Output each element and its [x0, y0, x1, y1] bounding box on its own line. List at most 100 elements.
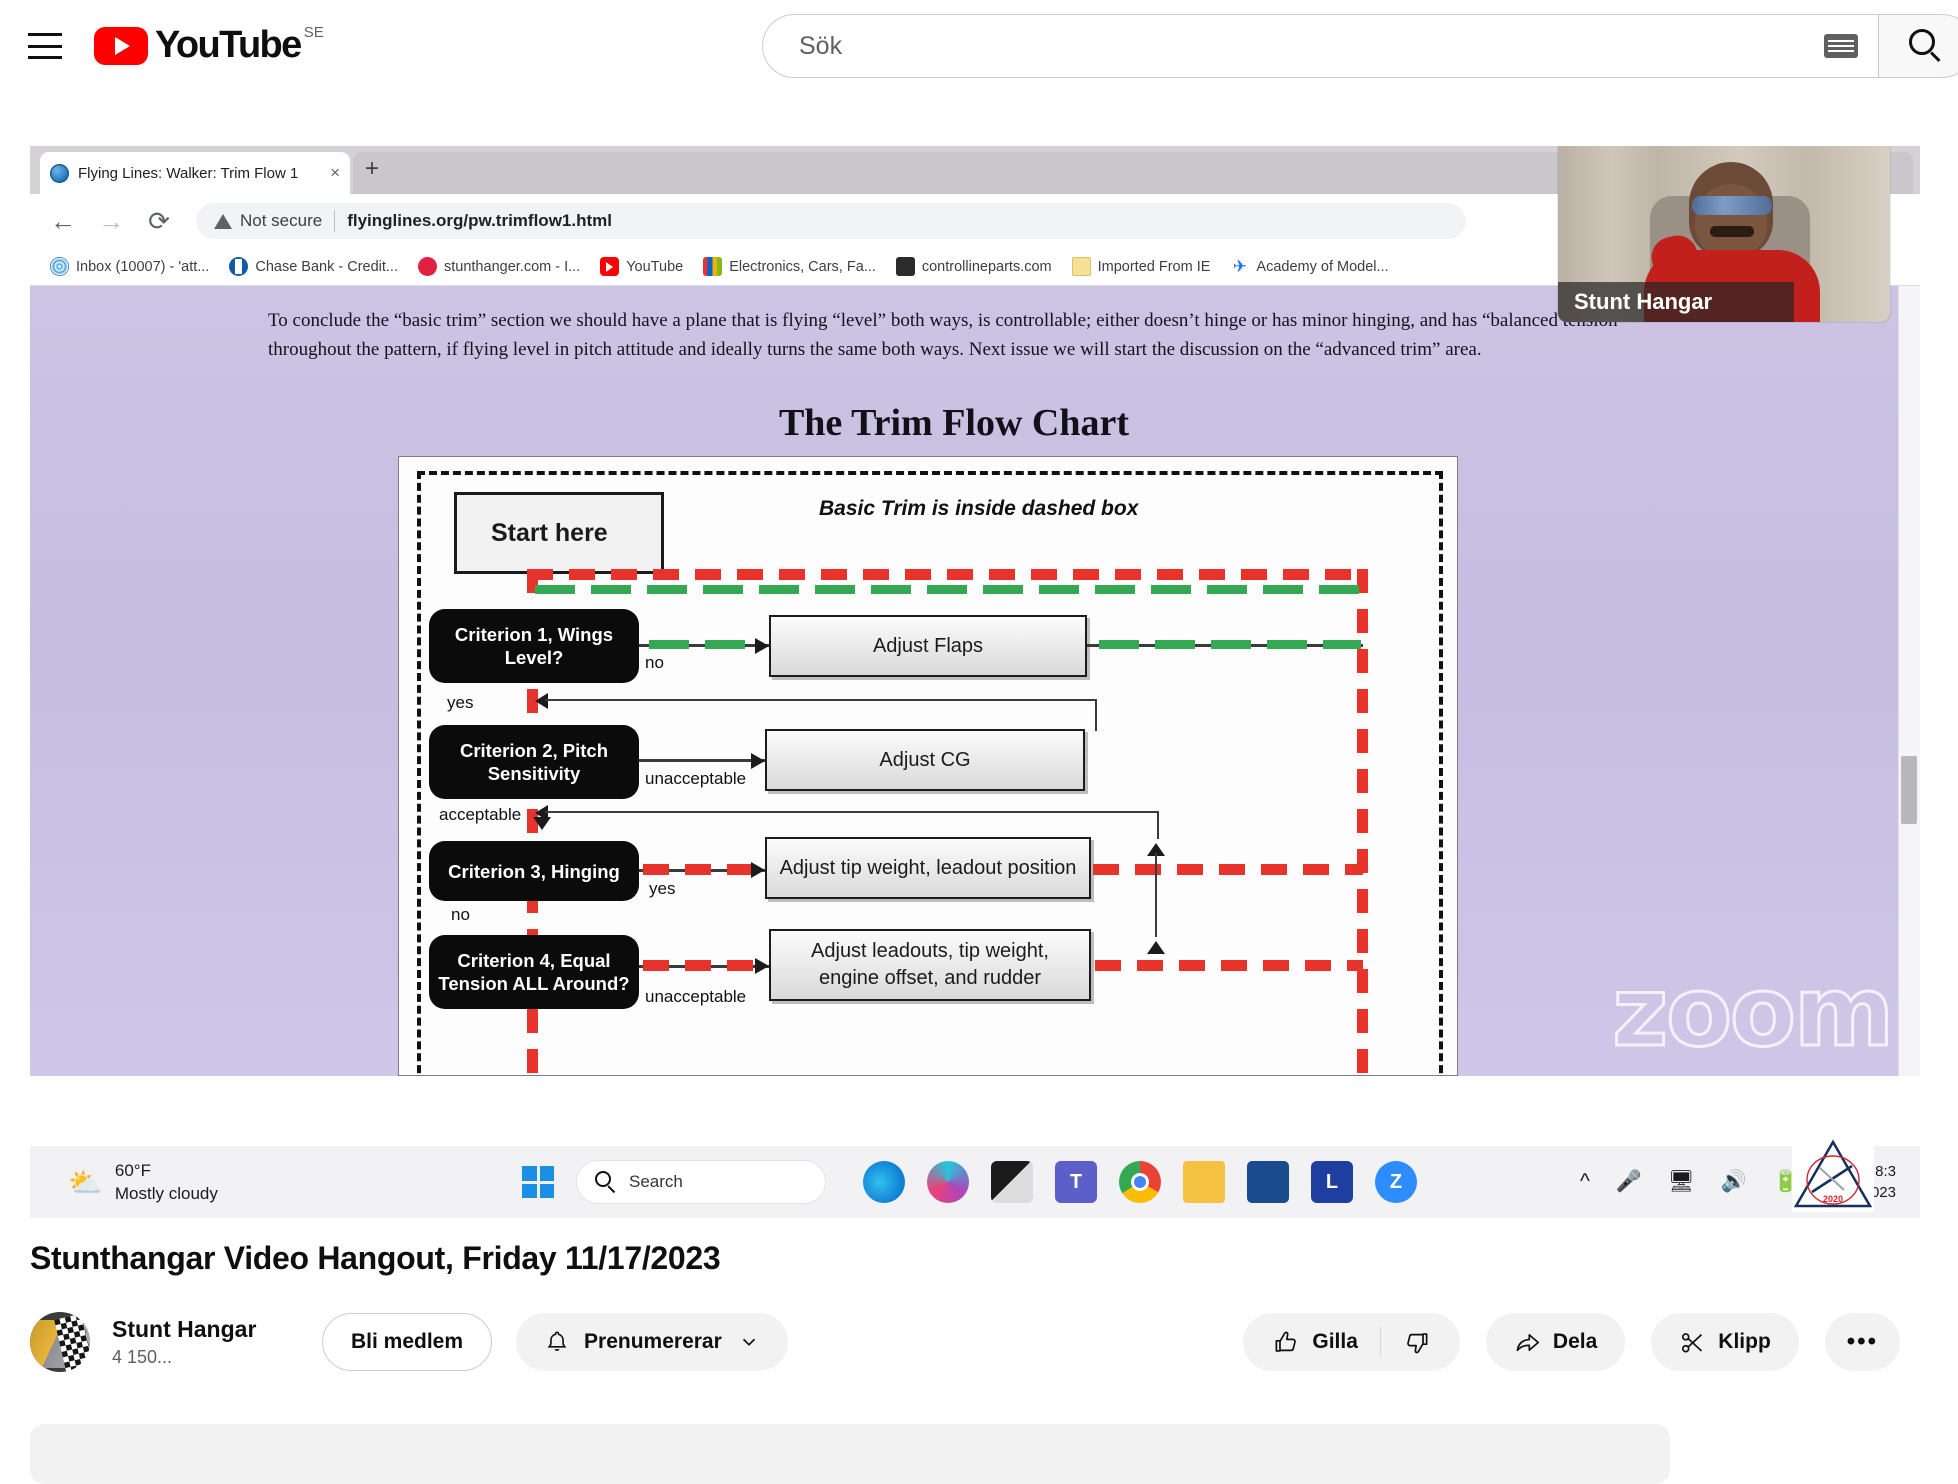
highlight-path-top [527, 569, 1367, 580]
ebay-bag-icon [703, 257, 723, 276]
taskbar-search-placeholder: Search [629, 1172, 683, 1191]
green-branch-1 [649, 640, 757, 649]
hamburger-menu-icon[interactable] [28, 33, 62, 59]
dislike-button[interactable] [1381, 1313, 1452, 1371]
weather-temp: 60°F [114, 1161, 151, 1180]
warning-triangle-icon [214, 213, 232, 229]
microsoft-store-icon[interactable] [1247, 1161, 1289, 1203]
channel-info: Stunt Hangar 4 150... [112, 1314, 322, 1370]
youtube-logo[interactable]: YouTube SE [94, 24, 324, 65]
like-dislike-group: Gilla [1243, 1313, 1460, 1371]
join-button[interactable]: Bli medlem [322, 1313, 493, 1371]
close-icon[interactable]: × [330, 163, 340, 183]
connector [1155, 853, 1157, 937]
flow-start-node: Start here [454, 492, 664, 574]
teams-icon[interactable]: T [1055, 1161, 1097, 1203]
bookmark-item[interactable]: Inbox (10007) - 'att... [50, 257, 209, 276]
chase-icon [229, 257, 249, 276]
country-code-label: SE [303, 24, 324, 41]
chrome-icon[interactable] [1119, 1161, 1161, 1203]
glasses [1692, 196, 1772, 215]
logitech-icon[interactable]: L [1311, 1161, 1353, 1203]
keyboard-icon[interactable] [1824, 34, 1858, 58]
search-placeholder: Sök [799, 31, 843, 60]
bell-icon [547, 1331, 567, 1351]
bookmark-item[interactable]: Imported From IE [1071, 257, 1210, 276]
arrowhead [751, 753, 765, 769]
youtube-header: YouTube SE Sök [0, 0, 1958, 92]
subscribe-button-label: Prenumererar [584, 1330, 722, 1353]
search-button[interactable] [1878, 14, 1958, 78]
chevron-down-icon [742, 1338, 755, 1346]
flow-action-2: Adjust CG [765, 729, 1085, 791]
bookmark-item[interactable]: YouTube [600, 257, 683, 276]
search-icon [595, 1171, 617, 1194]
svg-text:2020: 2020 [1823, 1194, 1843, 1204]
presenter-name-bar: Stunt Hangar [1558, 282, 1794, 322]
address-bar[interactable]: Not secure flyinglines.org/pw.trimflow1.… [196, 203, 1466, 239]
divider [334, 210, 336, 232]
new-tab-button[interactable]: + [365, 157, 379, 181]
connector [1095, 699, 1097, 731]
edge-label-no-3: no [451, 905, 470, 924]
stunt-hangar-logo: 2020 [1792, 1138, 1874, 1212]
bookmark-item[interactable]: controllineparts.com [895, 257, 1052, 276]
connector [545, 699, 1097, 701]
zoom-icon[interactable]: Z [1375, 1161, 1417, 1203]
web-page-content: To conclude the “basic trim” section we … [30, 286, 1920, 1076]
bookmark-item[interactable]: Electronics, Cars, Fa... [703, 257, 876, 276]
excel-icon[interactable] [991, 1161, 1033, 1203]
trim-flow-chart: Basic Trim is inside dashed box Start he… [398, 456, 1458, 1076]
arrowhead [751, 862, 765, 878]
connector [1157, 811, 1159, 839]
description-card[interactable] [30, 1424, 1670, 1484]
volume-icon[interactable]: 🔊 [1721, 1170, 1747, 1194]
video-player[interactable]: Flying Lines: Walker: Trim Flow 1 × + ← … [30, 146, 1920, 1218]
display-icon[interactable]: 🖥 [1668, 1170, 1695, 1194]
weather-widget[interactable]: ⛅ 60°F Mostly cloudy [68, 1159, 218, 1205]
bookmark-label: Inbox (10007) - 'att... [76, 258, 210, 275]
edge-label-unacceptable-4: unacceptable [645, 987, 747, 1006]
back-icon[interactable]: ← [48, 208, 78, 234]
bookmark-label: controllineparts.com [921, 258, 1052, 275]
partly-cloudy-icon: ⛅ [68, 1166, 103, 1198]
subscribe-button[interactable]: Prenumererar [516, 1313, 788, 1371]
att-icon [50, 257, 69, 276]
green-path-top [535, 585, 1359, 594]
forward-icon[interactable]: → [96, 208, 126, 234]
copilot-pre-icon[interactable] [927, 1161, 969, 1203]
microphone-icon[interactable]: 🎤 [1616, 1170, 1642, 1194]
clip-button[interactable]: Klipp [1651, 1313, 1799, 1371]
taskbar-search-input[interactable]: Search [576, 1160, 826, 1204]
weather-text: 60°F Mostly cloudy [115, 1159, 218, 1205]
channel-name[interactable]: Stunt Hangar [112, 1314, 322, 1344]
flow-decision-1: Criterion 1, Wings Level? [429, 609, 639, 683]
edge-icon[interactable] [863, 1161, 905, 1203]
browser-tab[interactable]: Flying Lines: Walker: Trim Flow 1 × [40, 152, 350, 194]
address-url: flyinglines.org/pw.trimflow1.html [347, 211, 612, 230]
file-explorer-icon[interactable] [1183, 1161, 1225, 1203]
share-button[interactable]: Dela [1485, 1313, 1626, 1371]
bookmark-item[interactable]: Chase Bank - Credit... [229, 257, 398, 276]
avatar[interactable] [30, 1312, 90, 1372]
search-input[interactable]: Sök [762, 14, 1878, 78]
bookmark-item[interactable]: stunthanger.com - I... [418, 257, 580, 276]
security-label: Not secure [240, 211, 323, 230]
show-hidden-icons[interactable]: ^ [1580, 1170, 1590, 1194]
presenter-video-tile[interactable]: Stunt Hangar [1558, 146, 1890, 322]
connector [639, 759, 765, 762]
windows-taskbar: ⛅ 60°F Mostly cloudy Search T L Z ^ 🎤 🖥 … [30, 1146, 1920, 1218]
engine-icon [895, 257, 915, 276]
video-action-buttons: Gilla Dela Klipp ••• [1243, 1313, 1900, 1371]
bookmark-label: stunthanger.com - I... [444, 258, 581, 275]
arrowhead [535, 693, 548, 709]
video-title: Stunthangar Video Hangout, Friday 11/17/… [30, 1240, 721, 1276]
subscriber-count: 4 150... [112, 1347, 173, 1367]
more-actions-button[interactable]: ••• [1824, 1313, 1900, 1371]
scrollbar-thumb[interactable] [1901, 756, 1917, 824]
page-scrollbar[interactable] [1898, 286, 1920, 1076]
like-button[interactable]: Gilla [1251, 1313, 1380, 1371]
reload-icon[interactable]: ⟳ [144, 208, 174, 234]
bookmark-item[interactable]: ✈ Academy of Model... [1230, 257, 1389, 276]
windows-start-icon[interactable] [522, 1166, 554, 1198]
